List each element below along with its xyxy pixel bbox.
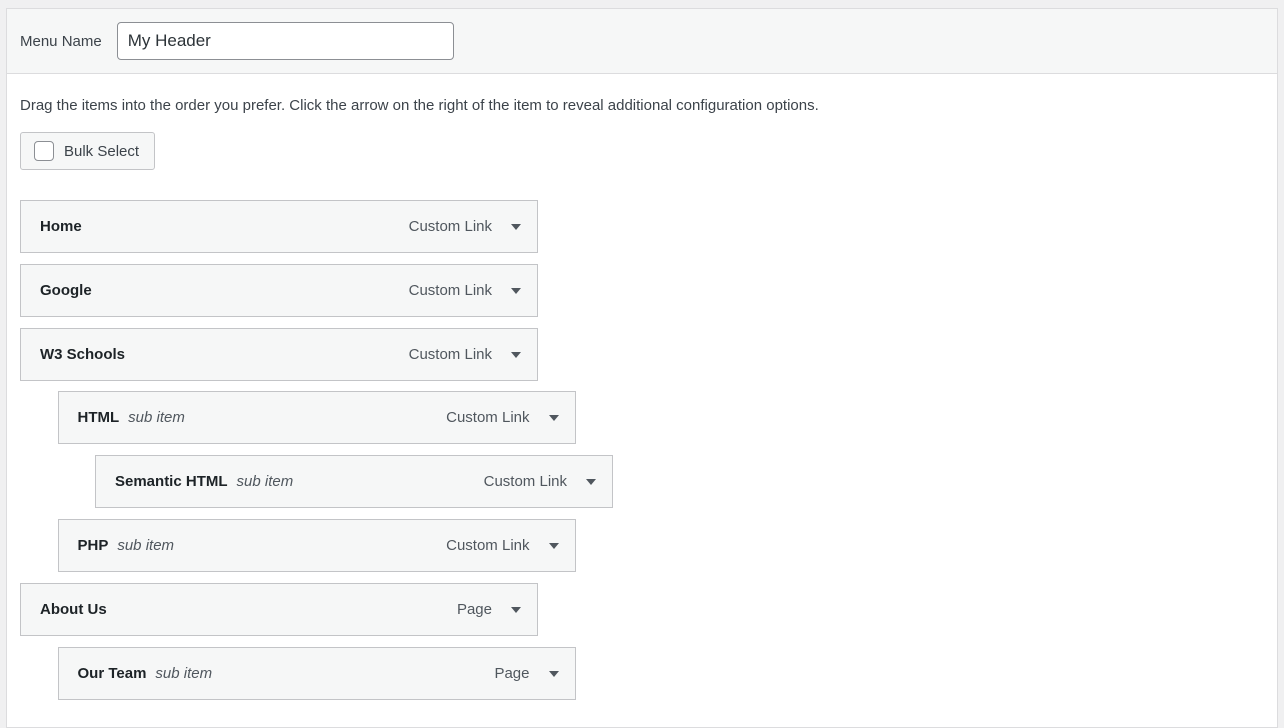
- menu-item-google[interactable]: Google Custom Link: [20, 264, 538, 317]
- menu-item-title: Home: [40, 218, 82, 235]
- menu-item-home[interactable]: Home Custom Link: [20, 200, 538, 253]
- menu-item-title: Semantic HTML: [115, 473, 228, 490]
- menu-item-title: PHP: [77, 537, 109, 554]
- drag-instructions: Drag the items into the order you prefer…: [20, 97, 819, 114]
- menu-item-type: Custom Link: [408, 346, 492, 363]
- menu-item-html[interactable]: HTML sub item Custom Link: [57, 391, 576, 444]
- menu-item-type: Custom Link: [446, 409, 530, 426]
- menu-item-title: Google: [40, 282, 92, 299]
- triangle-down-icon[interactable]: [505, 342, 527, 368]
- menu-item-about-us[interactable]: About Us Page: [20, 583, 538, 636]
- menu-item-our-team[interactable]: Our Team sub item Page: [57, 647, 576, 700]
- triangle-down-icon[interactable]: [543, 533, 565, 559]
- menu-item-sub: sub item: [236, 473, 294, 490]
- menu-item-type: Custom Link: [408, 218, 492, 235]
- menu-name-input[interactable]: [116, 22, 454, 60]
- menu-item-sub: sub item: [117, 537, 175, 554]
- menu-item-type: Custom Link: [446, 537, 530, 554]
- triangle-down-icon[interactable]: [543, 661, 565, 687]
- menu-header: Menu Name: [7, 9, 1277, 74]
- menu-item-semantic-html[interactable]: Semantic HTML sub item Custom Link: [95, 455, 613, 508]
- triangle-down-icon[interactable]: [505, 597, 527, 623]
- menu-item-title: About Us: [40, 601, 107, 618]
- menu-item-title: W3 Schools: [40, 346, 126, 363]
- menu-item-sub: sub item: [155, 665, 213, 682]
- bulk-select-button[interactable]: Bulk Select: [20, 132, 155, 170]
- menu-item-sub: sub item: [128, 409, 185, 426]
- menu-item-type: Custom Link: [483, 473, 567, 490]
- triangle-down-icon[interactable]: [543, 405, 565, 431]
- menu-item-type: Page: [456, 601, 492, 618]
- menu-item-php[interactable]: PHP sub item Custom Link: [57, 519, 576, 572]
- menu-item-type: Custom Link: [408, 282, 492, 299]
- menu-item-title: Our Team: [77, 665, 147, 682]
- menu-item-title: HTML: [77, 409, 120, 426]
- triangle-down-icon[interactable]: [505, 278, 527, 304]
- triangle-down-icon[interactable]: [505, 214, 527, 240]
- menu-item-type: Page: [494, 665, 530, 682]
- bulk-select-label: Bulk Select: [64, 142, 140, 160]
- menu-item-w3-schools[interactable]: W3 Schools Custom Link: [20, 328, 538, 381]
- menu-editor: Menu Name Drag the items into the order …: [6, 8, 1278, 728]
- checkbox-icon[interactable]: [34, 141, 54, 161]
- triangle-down-icon[interactable]: [580, 469, 602, 495]
- menu-name-label: Menu Name: [20, 32, 102, 50]
